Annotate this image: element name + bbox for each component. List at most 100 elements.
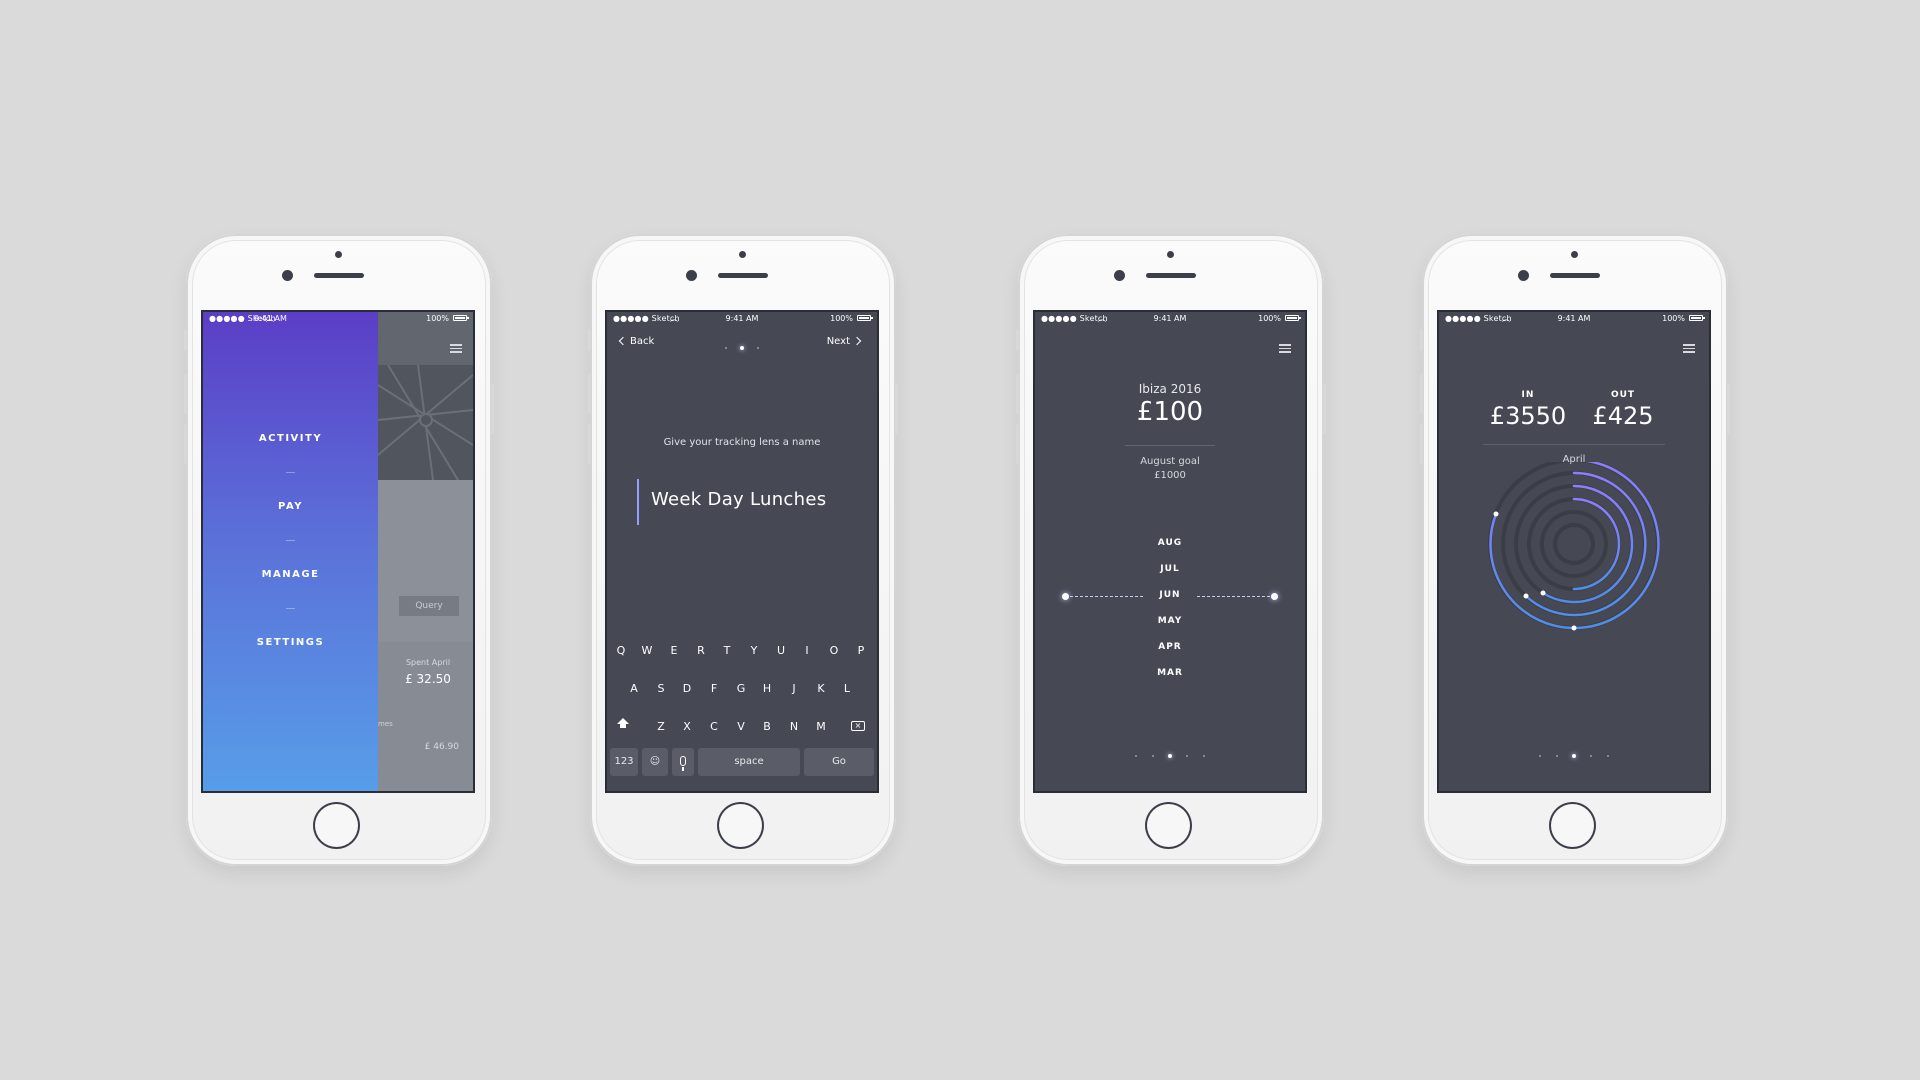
ring-marker-4	[1571, 625, 1577, 631]
key-t[interactable]: T	[717, 644, 737, 657]
home-button[interactable]	[1145, 802, 1192, 849]
earpiece	[1550, 273, 1600, 278]
microphone-icon[interactable]	[672, 748, 694, 776]
key-h[interactable]: H	[757, 682, 777, 695]
home-button[interactable]	[313, 802, 360, 849]
phone-name-lens-screen: ●●●●● Sketch ︵ 9:41 AM 100% Back Next Gi…	[588, 234, 898, 866]
go-key[interactable]: Go	[804, 748, 874, 776]
back-chevron-icon	[618, 336, 628, 346]
key-e[interactable]: E	[664, 644, 684, 657]
lens-name-input[interactable]: Week Day Lunches	[651, 489, 826, 510]
front-camera	[1114, 270, 1125, 281]
battery-percent: 100%	[1258, 314, 1281, 323]
key-x[interactable]: X	[677, 720, 697, 733]
navigation-drawer: ACTIVITY PAY MANAGE SETTINGS	[203, 312, 378, 791]
goal-label: August goal	[1140, 456, 1200, 467]
spending-ring-chart	[1488, 462, 1660, 631]
divider	[1483, 444, 1665, 445]
menu-item-activity[interactable]: ACTIVITY	[203, 433, 378, 444]
selector-handle-right[interactable]	[1271, 593, 1278, 600]
spent-value: £ 32.50	[405, 672, 451, 686]
key-f[interactable]: F	[704, 682, 724, 695]
screen: ●●●●● Sketch ︵ 9:41 AM 100% IN £3550 OUT…	[1439, 312, 1709, 791]
month-aug[interactable]: AUG	[1035, 538, 1305, 548]
goal-value: £1000	[1154, 470, 1186, 481]
earpiece	[314, 273, 364, 278]
month-may[interactable]: MAY	[1035, 616, 1305, 626]
in-label: IN	[1521, 390, 1535, 400]
key-r[interactable]: R	[691, 644, 711, 657]
menu-item-manage[interactable]: MANAGE	[203, 569, 378, 580]
selector-handle-left[interactable]	[1062, 593, 1069, 600]
month-jun-selected[interactable]: JUN	[1035, 590, 1305, 600]
battery-icon	[857, 315, 873, 321]
prompt-text: Give your tracking lens a name	[663, 437, 821, 448]
menu-icon[interactable]	[1683, 344, 1695, 353]
front-camera	[686, 270, 697, 281]
phone-menu-screen: Query Spent April £ 32.50 mes £ 46.90 AC…	[184, 234, 494, 866]
in-value: £3550	[1489, 402, 1567, 430]
menu-divider	[286, 540, 295, 541]
ring-marker-3	[1540, 590, 1546, 596]
proximity-sensor	[335, 251, 342, 258]
emoji-icon[interactable]: ☺	[642, 748, 668, 776]
key-m[interactable]: M	[811, 720, 831, 733]
month-jul[interactable]: JUL	[1035, 564, 1305, 574]
back-button[interactable]: Back	[618, 336, 654, 347]
home-button[interactable]	[717, 802, 764, 849]
key-s[interactable]: S	[651, 682, 671, 695]
status-bar: ●●●●● Sketch ︵ 9:41 AM 100%	[1035, 312, 1305, 324]
numbers-key[interactable]: 123	[610, 748, 638, 776]
menu-divider	[286, 608, 295, 609]
map-thumbnail	[378, 365, 473, 480]
next-label: Next	[826, 336, 850, 347]
month-apr[interactable]: APR	[1035, 642, 1305, 652]
key-i[interactable]: I	[797, 644, 817, 657]
front-camera	[1518, 270, 1529, 281]
battery-icon	[453, 315, 469, 321]
status-bar: ●●●●● Sketch ︵ 9:41 AM 100%	[203, 312, 473, 324]
keyboard: Q W E R T Y U I O P A S D F G H J K L Z …	[607, 634, 877, 791]
month-mar[interactable]: MAR	[1035, 668, 1305, 678]
key-o[interactable]: O	[824, 644, 844, 657]
battery-percent: 100%	[1662, 314, 1685, 323]
screen: ●●●●● Sketch ︵ 9:41 AM 100% Ibiza 2016 £…	[1035, 312, 1305, 791]
menu-item-pay[interactable]: PAY	[203, 501, 378, 512]
screen: Query Spent April £ 32.50 mes £ 46.90 AC…	[203, 312, 473, 791]
key-k[interactable]: K	[811, 682, 831, 695]
page-indicator	[725, 345, 759, 351]
space-key[interactable]: space	[698, 748, 800, 776]
key-d[interactable]: D	[677, 682, 697, 695]
key-q[interactable]: Q	[611, 644, 631, 657]
key-a[interactable]: A	[624, 682, 644, 695]
home-button[interactable]	[1549, 802, 1596, 849]
page-indicator	[1539, 753, 1609, 759]
status-bar: ●●●●● Sketch ︵ 9:41 AM 100%	[1439, 312, 1709, 324]
row-value: £ 46.90	[424, 742, 459, 752]
menu-icon[interactable]	[1279, 344, 1291, 353]
row-label-fragment: mes	[378, 720, 393, 728]
key-u[interactable]: U	[771, 644, 791, 657]
key-z[interactable]: Z	[651, 720, 671, 733]
next-button[interactable]: Next	[826, 336, 862, 347]
menu-item-settings[interactable]: SETTINGS	[203, 637, 378, 648]
page-indicator	[1135, 753, 1205, 759]
key-j[interactable]: J	[784, 682, 804, 695]
key-c[interactable]: C	[704, 720, 724, 733]
query-button[interactable]: Query	[399, 596, 459, 616]
key-w[interactable]: W	[637, 644, 657, 657]
battery-icon	[1689, 315, 1705, 321]
backspace-icon[interactable]: ×	[851, 721, 865, 731]
phone-goal-screen: ●●●●● Sketch ︵ 9:41 AM 100% Ibiza 2016 £…	[1016, 234, 1326, 866]
text-cursor	[637, 479, 639, 525]
key-y[interactable]: Y	[744, 644, 764, 657]
menu-icon[interactable]	[450, 344, 462, 353]
key-p[interactable]: P	[851, 644, 871, 657]
out-label: OUT	[1610, 390, 1636, 400]
battery-icon	[1285, 315, 1301, 321]
key-l[interactable]: L	[837, 682, 857, 695]
key-b[interactable]: B	[757, 720, 777, 733]
key-v[interactable]: V	[731, 720, 751, 733]
key-n[interactable]: N	[784, 720, 804, 733]
key-g[interactable]: G	[731, 682, 751, 695]
